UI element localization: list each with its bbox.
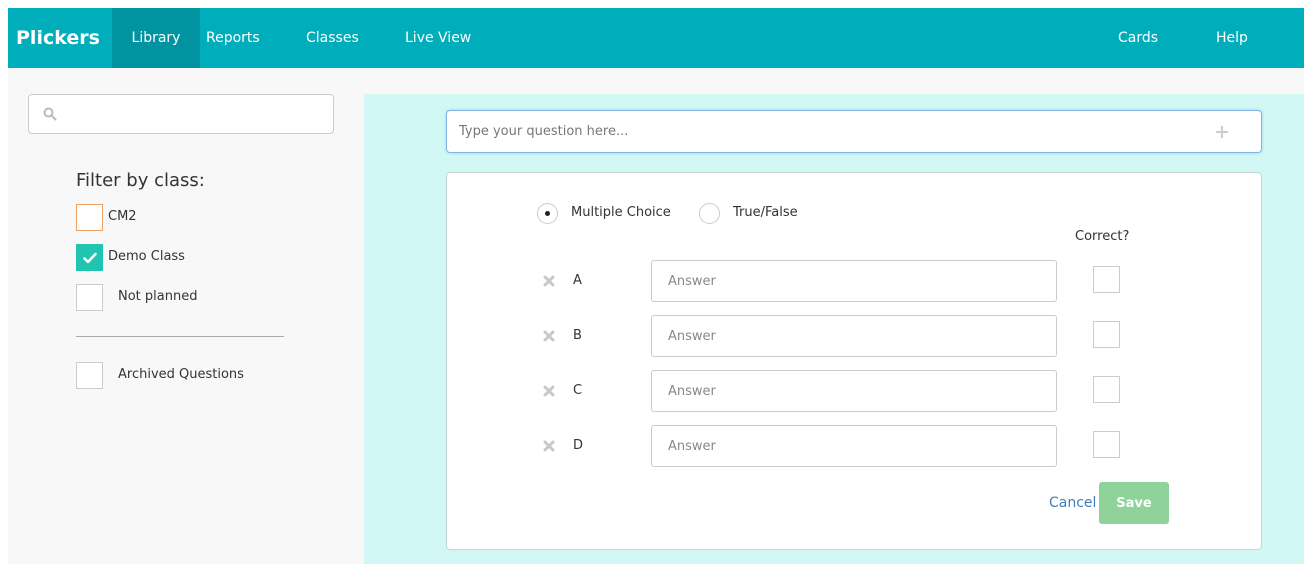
radio-label: Multiple Choice: [571, 205, 671, 220]
answer-row: C: [447, 370, 1263, 412]
save-button[interactable]: Save: [1099, 482, 1169, 524]
archived-checkbox[interactable]: [76, 362, 103, 389]
nav-tab-live-view[interactable]: Live View: [405, 8, 471, 68]
radio-button[interactable]: [699, 203, 720, 224]
nav-tab-classes[interactable]: Classes: [306, 8, 359, 68]
answer-input[interactable]: [651, 425, 1057, 467]
answer-card: Multiple Choice True/False Correct? A An…: [446, 172, 1262, 550]
question-input-wrapper: [446, 110, 1262, 153]
archived-label: Archived Questions: [118, 367, 244, 382]
class-label: Demo Class: [108, 249, 185, 264]
nav-tab-reports[interactable]: Reports: [206, 8, 260, 68]
correct-checkbox[interactable]: [1093, 431, 1120, 458]
answer-letter: D: [573, 438, 584, 453]
delete-answer-icon[interactable]: [543, 275, 555, 287]
search-input[interactable]: [28, 94, 334, 134]
class-label: Not planned: [118, 289, 198, 304]
correct-column-label: Correct?: [1075, 229, 1130, 244]
top-navigation-bar: Plickers Library Reports Classes Live Vi…: [8, 8, 1304, 68]
correct-checkbox[interactable]: [1093, 266, 1120, 293]
answer-input[interactable]: [651, 370, 1057, 412]
delete-answer-icon[interactable]: [543, 330, 555, 342]
nav-tab-library[interactable]: Library: [112, 8, 200, 68]
correct-checkbox[interactable]: [1093, 376, 1120, 403]
sidebar-divider: [76, 336, 284, 337]
answer-letter: C: [573, 383, 583, 398]
delete-answer-icon[interactable]: [543, 440, 555, 452]
nav-cards[interactable]: Cards: [1118, 8, 1158, 68]
answer-row: B: [447, 315, 1263, 357]
question-editor-panel: Multiple Choice True/False Correct? A: [364, 94, 1304, 564]
answer-row: A: [447, 260, 1263, 302]
search-icon: [43, 107, 57, 121]
answer-row: D: [447, 425, 1263, 467]
delete-answer-icon[interactable]: [543, 385, 555, 397]
nav-help[interactable]: Help: [1216, 8, 1248, 68]
class-checkbox[interactable]: [76, 204, 103, 231]
library-page: Filter by class: CM2 Demo Class Not plan…: [8, 68, 1304, 564]
class-label: CM2: [108, 209, 137, 224]
answer-input[interactable]: [651, 315, 1057, 357]
answer-letter: A: [573, 273, 582, 288]
checkmark-icon: [83, 252, 97, 264]
filter-by-class-heading: Filter by class:: [76, 170, 205, 191]
correct-checkbox[interactable]: [1093, 321, 1120, 348]
class-checkbox[interactable]: [76, 284, 103, 311]
plus-icon[interactable]: [1215, 125, 1229, 139]
answer-letter: B: [573, 328, 582, 343]
class-checkbox[interactable]: [76, 244, 103, 271]
answer-input[interactable]: [651, 260, 1057, 302]
question-input[interactable]: [459, 111, 1179, 152]
brand-logo[interactable]: Plickers: [16, 8, 100, 68]
cancel-link[interactable]: Cancel: [1049, 495, 1096, 511]
radio-button[interactable]: [537, 203, 558, 224]
radio-label: True/False: [733, 205, 798, 220]
